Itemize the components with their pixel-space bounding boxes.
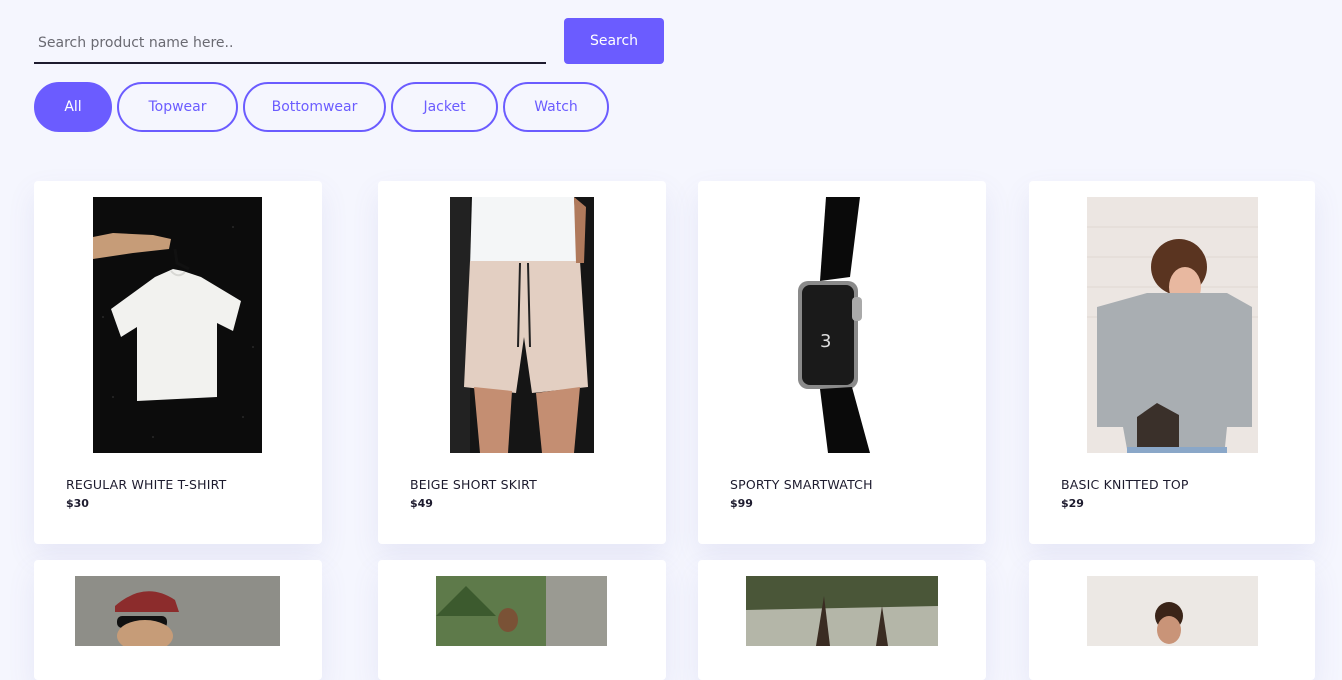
- product-image-outdoor: [436, 576, 607, 646]
- product-image-portrait: [1087, 576, 1258, 646]
- product-name: SPORTY SMARTWATCH: [730, 477, 873, 492]
- product-name: BEIGE SHORT SKIRT: [410, 477, 537, 492]
- product-image-smartwatch: 3: [790, 197, 892, 453]
- product-price: $49: [410, 497, 433, 510]
- product-image-shorts: [450, 197, 594, 453]
- product-price: $30: [66, 497, 89, 510]
- product-name: REGULAR WHITE T-SHIRT: [66, 477, 227, 492]
- product-card[interactable]: [1029, 560, 1315, 680]
- product-image-cap: [75, 576, 280, 646]
- product-card[interactable]: [698, 560, 986, 680]
- product-card[interactable]: 3 SPORTY SMARTWATCH $99: [698, 181, 986, 544]
- search-input[interactable]: [34, 24, 546, 64]
- product-card[interactable]: REGULAR WHITE T-SHIRT $30: [34, 181, 322, 544]
- filter-topwear[interactable]: Topwear: [117, 82, 238, 132]
- product-image-tshirt: [93, 197, 262, 453]
- product-card[interactable]: BEIGE SHORT SKIRT $49: [378, 181, 666, 544]
- product-price: $29: [1061, 497, 1084, 510]
- search-button[interactable]: Search: [564, 18, 664, 64]
- svg-text:3: 3: [820, 331, 831, 352]
- product-price: $99: [730, 497, 753, 510]
- filter-bottomwear[interactable]: Bottomwear: [243, 82, 386, 132]
- product-image-knitted-top: [1087, 197, 1258, 453]
- product-card[interactable]: [34, 560, 322, 680]
- filter-all[interactable]: All: [34, 82, 112, 132]
- product-card[interactable]: BASIC KNITTED TOP $29: [1029, 181, 1315, 544]
- product-image-trees: [746, 576, 938, 646]
- filter-jacket[interactable]: Jacket: [391, 82, 498, 132]
- product-card[interactable]: [378, 560, 666, 680]
- filter-watch[interactable]: Watch: [503, 82, 609, 132]
- product-name: BASIC KNITTED TOP: [1061, 477, 1189, 492]
- category-filters: All Topwear Bottomwear Jacket Watch: [34, 82, 609, 132]
